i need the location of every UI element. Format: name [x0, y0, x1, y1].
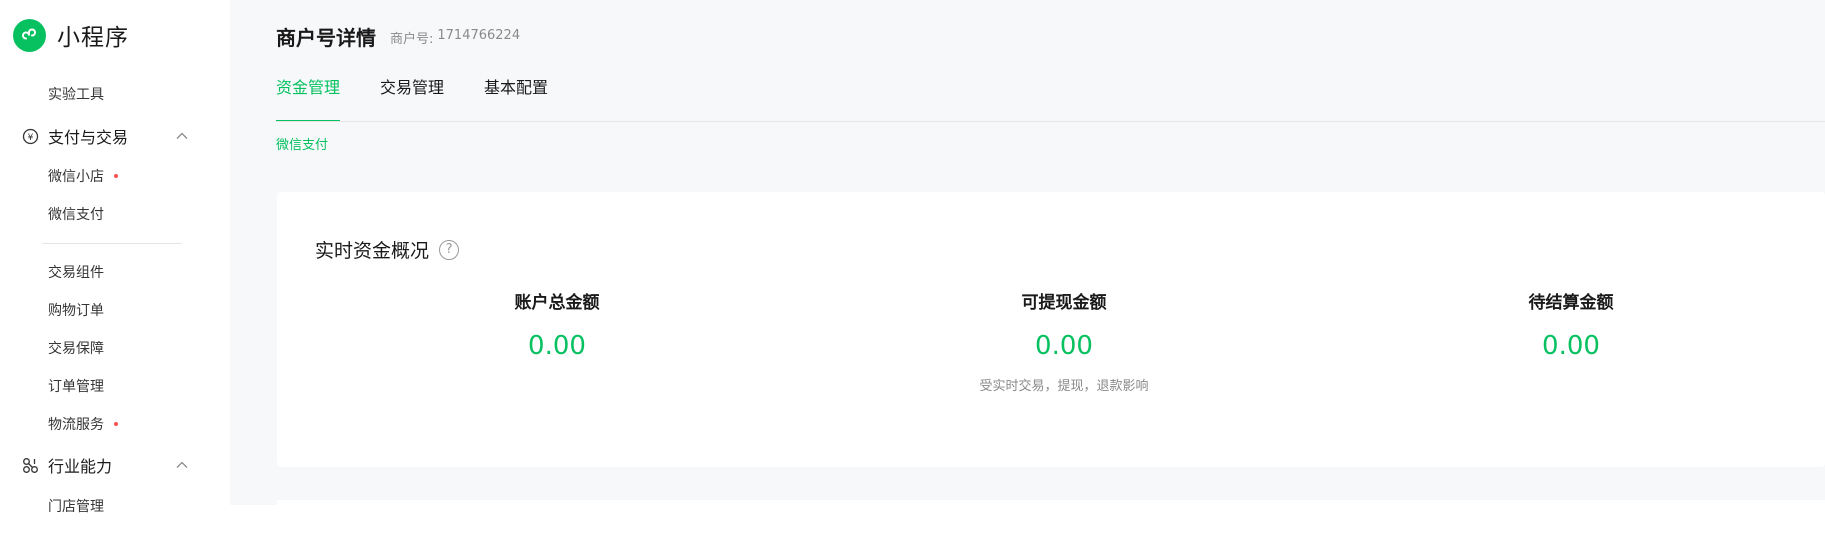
sidebar-item-wechat-store[interactable]: 微信小店: [48, 166, 118, 186]
card-title: 实时资金概况 ?: [315, 236, 460, 263]
merchant-id: 商户号: 1714766224: [390, 28, 520, 47]
question-circle-icon[interactable]: ?: [439, 239, 460, 260]
app-name: 小程序: [57, 25, 129, 51]
overview-title: 实时资金概况: [315, 240, 430, 262]
sidebar-item-wechat-pay[interactable]: 微信支付: [48, 204, 104, 224]
sidebar-item-label: 实验工具: [48, 87, 104, 103]
sub-tab-wechat-pay[interactable]: 微信支付: [276, 134, 328, 153]
yen-circle-icon: ¥: [20, 126, 40, 146]
sidebar-group-label: 支付与交易: [48, 128, 129, 147]
svg-text:¥: ¥: [27, 133, 33, 143]
sidebar-item-store-management[interactable]: 门店管理: [48, 496, 104, 516]
sidebar-item-experiment-tools[interactable]: 实验工具: [48, 84, 104, 104]
sidebar-item-label: 交易组件: [48, 265, 104, 281]
tab-divider: [276, 121, 1825, 122]
notification-dot: [114, 174, 118, 178]
sidebar-item-label: 订单管理: [48, 379, 104, 395]
page-title: 商户号详情: [276, 26, 376, 50]
sidebar-item-label: 门店管理: [48, 499, 104, 515]
tab-bar: 资金管理 交易管理 基本配置: [276, 74, 588, 122]
sidebar-group-industry[interactable]: 行业能力: [20, 453, 190, 477]
notification-dot: [114, 422, 118, 426]
sidebar-group-payment-trade[interactable]: ¥ 支付与交易: [20, 124, 190, 148]
sidebar-item-label: 交易保障: [48, 341, 104, 357]
chevron-up-icon[interactable]: [174, 457, 190, 473]
sidebar: 小程序 实验工具 ¥ 支付与交易 微信小店 微信支付 交易组件 购物订单 交易保…: [0, 0, 230, 515]
merchant-id-label: 商户号:: [390, 32, 434, 47]
stat-value: 0.00: [1542, 331, 1600, 361]
stat-pending-settlement: 待结算金额 0.00: [1421, 288, 1721, 361]
sidebar-divider: [42, 243, 182, 244]
sidebar-item-order-management[interactable]: 订单管理: [48, 376, 104, 396]
tab-trade-management[interactable]: 交易管理: [380, 74, 444, 122]
sidebar-group-label: 行业能力: [48, 457, 113, 476]
stat-note: 受实时交易，提现，退款影响: [979, 379, 1149, 394]
stat-total-balance: 账户总金额 0.00: [407, 288, 707, 361]
sidebar-item-logistics[interactable]: 物流服务: [48, 414, 118, 434]
next-card: [277, 500, 1825, 540]
sidebar-item-trade-component[interactable]: 交易组件: [48, 262, 104, 282]
main-content: 商户号详情 商户号: 1714766224 资金管理 交易管理 基本配置 微信支…: [230, 0, 1825, 540]
merchant-id-value: 1714766224: [437, 28, 521, 43]
sidebar-item-label: 购物订单: [48, 303, 104, 319]
chevron-up-icon[interactable]: [174, 128, 190, 144]
sidebar-item-trade-guarantee[interactable]: 交易保障: [48, 338, 104, 358]
stat-withdrawable: 可提现金额 0.00 受实时交易，提现，退款影响: [914, 288, 1214, 394]
sidebar-item-label: 微信小店: [48, 169, 104, 185]
app-logo[interactable]: 小程序: [13, 18, 129, 52]
industry-nodes-icon: [20, 455, 40, 475]
tab-fund-management[interactable]: 资金管理: [276, 74, 341, 122]
fund-overview-card: 实时资金概况 ? 账户总金额 0.00 可提现金额 0.00 受实时交易，提现，…: [277, 192, 1825, 467]
stat-label: 账户总金额: [514, 293, 600, 313]
mini-program-logo-icon: [13, 18, 46, 52]
tab-basic-config[interactable]: 基本配置: [484, 74, 548, 122]
sidebar-item-label: 物流服务: [48, 417, 104, 433]
stat-label: 待结算金额: [1528, 293, 1614, 313]
stat-value: 0.00: [1035, 331, 1093, 361]
stat-value: 0.00: [528, 331, 586, 361]
sidebar-item-shopping-orders[interactable]: 购物订单: [48, 300, 104, 320]
sidebar-item-label: 微信支付: [48, 207, 104, 223]
stat-label: 可提现金额: [1021, 293, 1107, 313]
